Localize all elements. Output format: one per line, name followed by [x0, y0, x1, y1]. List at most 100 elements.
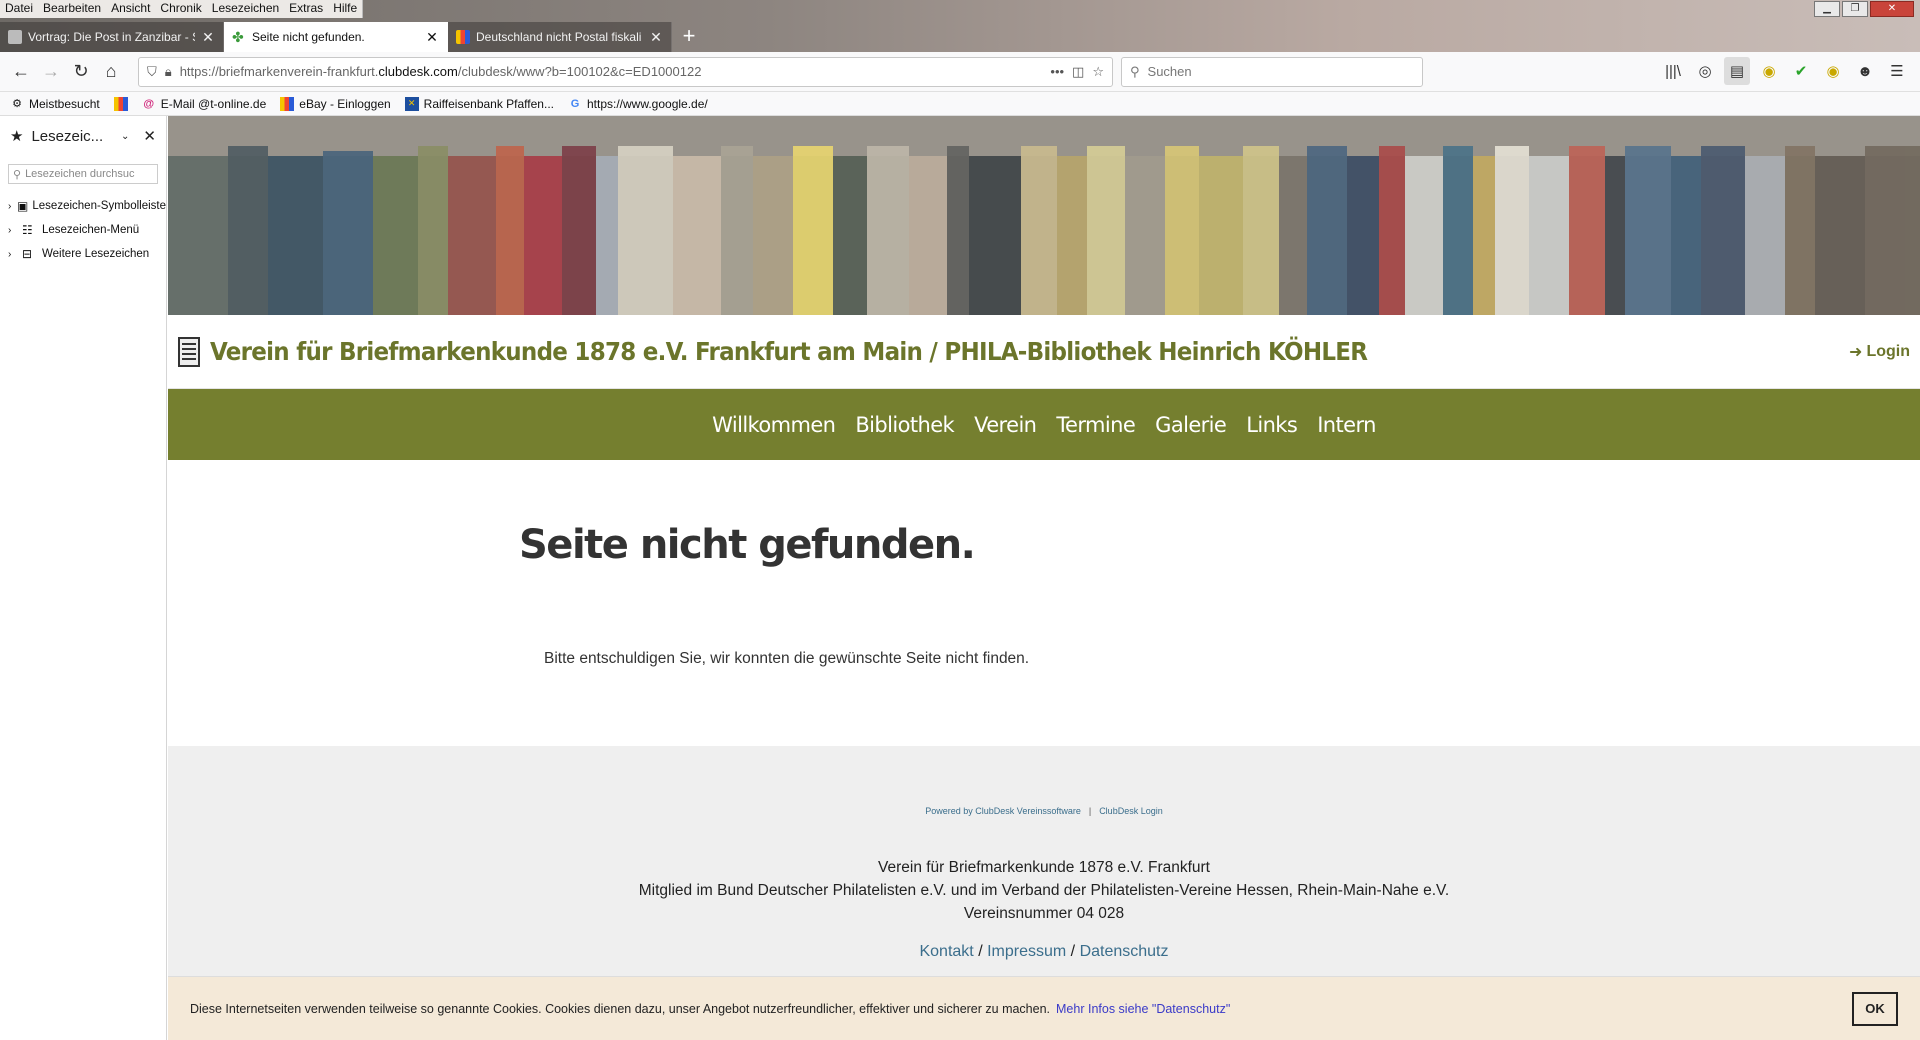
page-heading: Seite nicht gefunden. [519, 522, 976, 568]
sync-icon[interactable]: ◎ [1692, 57, 1718, 85]
extension-search-icon[interactable]: ◉ [1756, 57, 1782, 85]
club-address: Verein für Briefmarkenkunde 1878 e.V. Fr… [168, 856, 1920, 925]
toolbar-extensions: |||\ ◎ ▤ ◉ ✔ ◉ ☻ ☰ [1660, 57, 1910, 85]
menu-chronik[interactable]: Chronik [155, 0, 206, 18]
sidebar-toggle-icon[interactable]: ▤ [1724, 57, 1750, 85]
clubdesk-login-link[interactable]: ClubDesk Login [1099, 806, 1163, 816]
site-title[interactable]: Verein für Briefmarkenkunde 1878 e.V. Fr… [210, 337, 1368, 366]
page-favicon-icon [8, 30, 22, 44]
sidebar-item-other[interactable]: › ⊟ Weitere Lesezeichen [0, 242, 166, 266]
nav-willkommen[interactable]: Willkommen [712, 413, 836, 437]
cookie-ok-button[interactable]: OK [1852, 991, 1898, 1026]
footer-links: Kontakt / Impressum / Datenschutz [919, 943, 1169, 960]
tab-deutschland[interactable]: Deutschland nicht Postal fiskali ✕ [448, 22, 672, 52]
sidebar-item-toolbar[interactable]: › ▣ Lesezeichen-Symbolleiste [0, 194, 166, 218]
cookie-banner: Diese Internetseiten verwenden teilweise… [168, 976, 1920, 1040]
hamburger-menu-icon[interactable]: ☰ [1884, 57, 1910, 85]
bookmark-google[interactable]: G https://www.google.de/ [568, 97, 708, 111]
menu-folder-icon: ☷ [22, 223, 33, 237]
bookmark-raiffeisenbank[interactable]: ✕ Raiffeisenbank Pfaffen... [404, 96, 554, 111]
bookmarks-sidebar: ★ Lesezeic... ⌄ ✕ ⚲ Lesezeichen durchsuc… [0, 116, 167, 1040]
sign-in-icon: ➜ [1849, 343, 1863, 361]
bookmark-ebay[interactable]: eBay - Einloggen [280, 96, 391, 111]
more-actions-icon[interactable]: ••• [1050, 64, 1064, 79]
nav-verein[interactable]: Verein [974, 413, 1037, 437]
tab-title: Deutschland nicht Postal fiskali [476, 30, 642, 44]
close-icon[interactable]: ✕ [649, 29, 663, 46]
login-link[interactable]: ➜ Login [1849, 342, 1910, 362]
search-input[interactable]: ⚲ Suchen [1121, 56, 1423, 87]
minimize-button[interactable]: ▁ [1814, 1, 1840, 17]
impressum-link[interactable]: Impressum [987, 943, 1066, 960]
menu-ansicht[interactable]: Ansicht [106, 0, 155, 18]
nav-galerie[interactable]: Galerie [1155, 413, 1227, 437]
menu-bearbeiten[interactable]: Bearbeiten [38, 0, 106, 18]
site-header: Verein für Briefmarkenkunde 1878 e.V. Fr… [168, 315, 1920, 389]
url-bar[interactable]: ⛉ 🔒︎ https://briefmarkenverein-frankfurt… [138, 56, 1113, 87]
close-icon[interactable]: ✕ [201, 29, 215, 46]
nav-termine[interactable]: Termine [1056, 413, 1135, 437]
extension-magnifier-icon[interactable]: ◉ [1820, 57, 1846, 85]
lock-icon[interactable]: 🔒︎ [165, 64, 172, 80]
kontakt-link[interactable]: Kontakt [919, 943, 973, 960]
chevron-right-icon[interactable]: › [8, 249, 18, 260]
chevron-down-icon[interactable]: ⌄ [121, 131, 129, 142]
nav-intern[interactable]: Intern [1317, 413, 1376, 437]
pocket-icon[interactable]: ◫ [1072, 64, 1084, 80]
stamp-album-icon [178, 336, 200, 367]
article: Seite nicht gefunden. Bitte entschuldige… [168, 460, 1920, 746]
close-icon[interactable]: ✕ [425, 29, 439, 46]
bookmark-star-icon[interactable]: ☆ [1092, 64, 1104, 80]
bookmark-label: https://www.google.de/ [586, 96, 708, 111]
menu-lesezeichen[interactable]: Lesezeichen [207, 0, 284, 18]
tab-vortrag[interactable]: Vortrag: Die Post in Zanzibar - S ✕ [0, 22, 224, 52]
menu-datei[interactable]: Datei [0, 0, 38, 18]
datenschutz-link[interactable]: Datenschutz [1080, 943, 1169, 960]
account-icon[interactable]: ☻ [1852, 57, 1878, 85]
login-label: Login [1866, 342, 1910, 360]
sidebar-close-button[interactable]: ✕ [143, 127, 156, 145]
sidebar-item-label: Lesezeichen-Menü [42, 224, 140, 236]
menu-hilfe[interactable]: Hilfe [328, 0, 362, 18]
ebay-icon [280, 96, 295, 111]
at-icon: @ [143, 97, 155, 110]
powered-by-link[interactable]: Powered by ClubDesk Vereinssoftware [925, 806, 1081, 816]
star-icon: ★ [10, 128, 24, 145]
bookmark-meistbesucht[interactable]: ⚙ Meistbesucht [10, 97, 100, 111]
maximize-button[interactable]: ❐ [1842, 1, 1868, 17]
address-line: Vereinsnummer 04 028 [963, 905, 1125, 922]
new-tab-button[interactable]: + [672, 22, 706, 52]
tab-seite-nicht-gefunden[interactable]: ✤ Seite nicht gefunden. ✕ [224, 22, 448, 52]
bookmark-email[interactable]: @ E-Mail @t-online.de [142, 97, 266, 111]
sidebar-title[interactable]: Lesezeic... [31, 128, 113, 145]
nav-bibliothek[interactable]: Bibliothek [855, 413, 954, 437]
home-button[interactable]: ⌂ [96, 57, 126, 87]
sidebar-item-menu[interactable]: › ☷ Lesezeichen-Menü [0, 218, 166, 242]
menu-extras[interactable]: Extras [284, 0, 328, 18]
ebay-icon [113, 96, 128, 111]
tab-strip: Vortrag: Die Post in Zanzibar - S ✕ ✤ Se… [0, 22, 706, 52]
bookmark-ebay-folder[interactable] [113, 96, 128, 111]
back-button[interactable]: ← [6, 57, 36, 87]
forward-button[interactable]: → [36, 57, 66, 87]
address-line: Mitglied im Bund Deutscher Philatelisten… [638, 882, 1450, 899]
window-titlebar: Datei Bearbeiten Ansicht Chronik Lesezei… [0, 0, 1920, 52]
chevron-right-icon[interactable]: › [8, 225, 18, 236]
nav-links[interactable]: Links [1246, 413, 1298, 437]
bookmarks-toolbar: ⚙ Meistbesucht @ E-Mail @t-online.de eBa… [0, 92, 1920, 116]
extension-check-icon[interactable]: ✔ [1788, 57, 1814, 85]
sidebar-search-input[interactable]: ⚲ Lesezeichen durchsuc [8, 164, 158, 184]
shield-icon[interactable]: ⛉ [147, 64, 157, 80]
url-text[interactable]: https://briefmarkenverein-frankfurt.club… [180, 64, 1043, 79]
sidebar-search-placeholder: Lesezeichen durchsuc [25, 168, 135, 180]
window-close-button[interactable]: ✕ [1870, 1, 1914, 17]
header-image-bookshelf [168, 116, 1920, 315]
tab-title: Seite nicht gefunden. [252, 30, 365, 44]
search-icon: ⚲ [1130, 63, 1140, 79]
library-icon[interactable]: |||\ [1660, 57, 1686, 85]
chevron-right-icon[interactable]: › [8, 201, 13, 212]
web-content: Verein für Briefmarkenkunde 1878 e.V. Fr… [168, 116, 1920, 1040]
inbox-folder-icon: ⊟ [22, 247, 33, 261]
cookie-more-info-link[interactable]: Mehr Infos siehe "Datenschutz" [1056, 1002, 1230, 1016]
reload-button[interactable]: ↻ [66, 57, 96, 87]
